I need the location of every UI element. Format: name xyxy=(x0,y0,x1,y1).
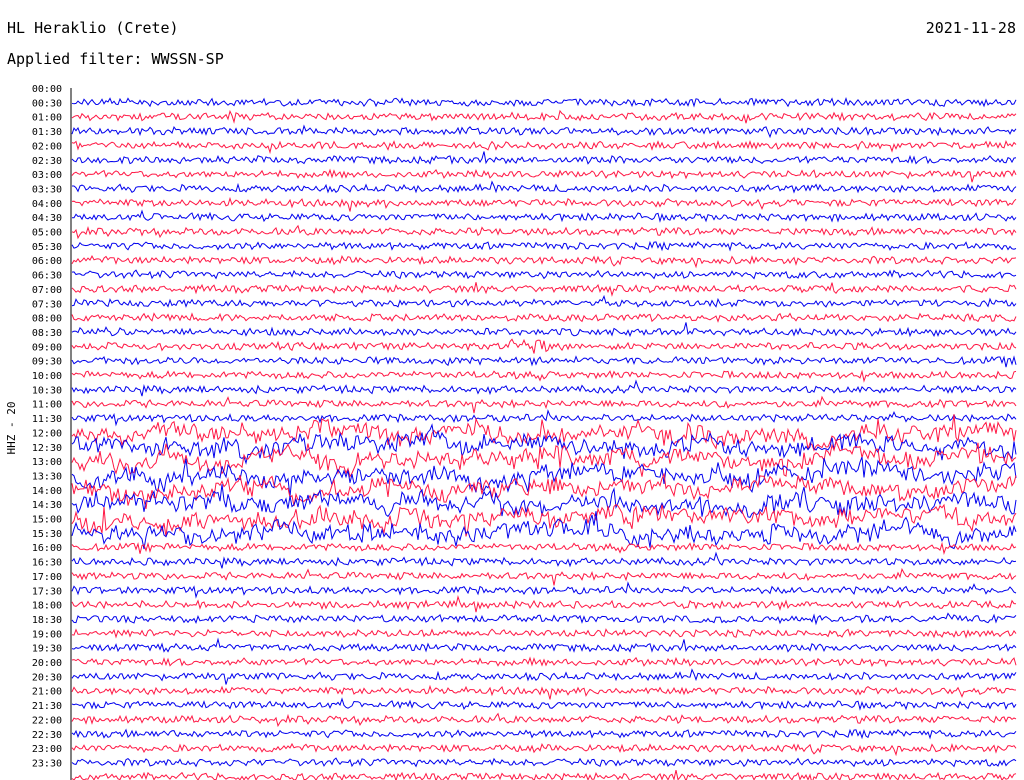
trace-row xyxy=(71,684,1017,700)
time-label: 22:30 xyxy=(32,730,62,741)
trace-row xyxy=(71,697,1017,711)
time-label: 07:00 xyxy=(32,285,62,296)
time-label: 19:00 xyxy=(32,629,62,640)
time-label: 04:30 xyxy=(32,213,62,224)
time-label: 02:30 xyxy=(32,156,62,167)
time-label: 14:30 xyxy=(32,500,62,511)
trace-row xyxy=(71,224,1017,240)
time-label: 09:30 xyxy=(32,357,62,368)
time-label: 21:30 xyxy=(32,701,62,712)
time-label: 06:00 xyxy=(32,256,62,267)
trace-row xyxy=(71,282,1017,297)
time-label: 19:30 xyxy=(32,644,62,655)
trace-row xyxy=(71,379,1017,397)
time-label: 20:00 xyxy=(32,658,62,669)
trace-row xyxy=(71,409,1017,427)
trace-row xyxy=(71,255,1017,269)
trace-row xyxy=(71,742,1017,757)
trace-row xyxy=(71,769,1017,780)
trace-row xyxy=(71,637,1017,653)
time-label: 00:00 xyxy=(32,84,62,95)
trace-row xyxy=(71,712,1017,728)
trace-row xyxy=(71,312,1017,323)
trace-row xyxy=(71,395,1017,414)
trace-row xyxy=(71,656,1017,668)
time-label: 03:30 xyxy=(32,184,62,195)
time-label: 07:30 xyxy=(32,299,62,310)
helicorder-plot: 00:00 00:30 01:00 01:30 02:00 02:30 03:00 03:30… xyxy=(5,84,1017,780)
trace-row xyxy=(72,180,1017,194)
trace-row xyxy=(71,151,1017,165)
time-label: 12:30 xyxy=(32,443,62,454)
time-label: 08:30 xyxy=(32,328,62,339)
time-label: 10:00 xyxy=(32,371,62,382)
time-label: 11:30 xyxy=(32,414,62,425)
time-label: 17:30 xyxy=(32,586,62,597)
trace-row xyxy=(71,541,1017,555)
time-label: 16:30 xyxy=(32,558,62,569)
trace-row xyxy=(71,294,1017,308)
trace-row xyxy=(71,594,1017,613)
time-label: 13:30 xyxy=(32,471,62,482)
time-label: 10:30 xyxy=(32,385,62,396)
time-label: 06:30 xyxy=(32,271,62,282)
time-label: 21:00 xyxy=(32,687,62,698)
time-label: 15:30 xyxy=(32,529,62,540)
time-label: 05:30 xyxy=(32,242,62,253)
trace-row xyxy=(71,668,1017,685)
time-label: 12:00 xyxy=(32,428,62,439)
time-label: 23:30 xyxy=(32,758,62,769)
time-label: 18:00 xyxy=(32,601,62,612)
time-label: 00:30 xyxy=(32,98,62,109)
trace-row xyxy=(71,628,1017,639)
trace-row xyxy=(71,97,1017,108)
time-label: 09:00 xyxy=(32,342,62,353)
trace-row xyxy=(71,338,1017,354)
trace-row xyxy=(71,240,1017,252)
time-axis-labels: 00:00 00:30 01:00 01:30 02:00 02:30 03:00 03:30… xyxy=(32,84,62,769)
time-label: 20:30 xyxy=(32,672,62,683)
time-label: 01:00 xyxy=(32,113,62,124)
trace-row xyxy=(71,168,1017,183)
trace-row xyxy=(71,196,1017,212)
time-label: 04:00 xyxy=(32,199,62,210)
trace-row xyxy=(71,567,1017,586)
time-label: 02:00 xyxy=(32,141,62,152)
trace-row xyxy=(71,109,1017,124)
trace-row xyxy=(71,551,1017,569)
trace-row xyxy=(71,511,1017,550)
trace-row xyxy=(71,139,1017,155)
trace-row xyxy=(71,728,1017,740)
time-label: 14:00 xyxy=(32,486,62,497)
time-label: 03:00 xyxy=(32,170,62,181)
time-label: 15:00 xyxy=(32,515,62,526)
time-label: 11:00 xyxy=(32,400,62,411)
trace-row xyxy=(71,581,1017,599)
trace-row xyxy=(71,369,1017,383)
trace-row xyxy=(72,209,1017,223)
time-label: 05:00 xyxy=(32,228,62,239)
time-label: 13:00 xyxy=(32,457,62,468)
time-label: 17:00 xyxy=(32,572,62,583)
trace-row xyxy=(71,612,1017,626)
time-label: 22:00 xyxy=(32,715,62,726)
time-label: 16:00 xyxy=(32,543,62,554)
trace-row xyxy=(71,757,1017,768)
time-label: 01:30 xyxy=(32,127,62,138)
time-label: 18:30 xyxy=(32,615,62,626)
time-label: 23:00 xyxy=(32,744,62,755)
channel-label: HHZ - 20 xyxy=(5,402,18,455)
time-label: 08:00 xyxy=(32,314,62,325)
seismic-traces xyxy=(71,97,1017,780)
trace-row xyxy=(71,124,1017,139)
trace-row xyxy=(71,355,1017,368)
trace-row xyxy=(71,269,1017,280)
trace-row xyxy=(71,322,1017,338)
